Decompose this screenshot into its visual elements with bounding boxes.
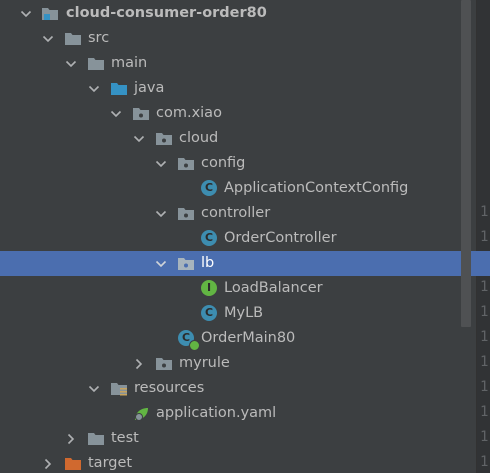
tree-item-load-balancer[interactable]: I LoadBalancer [0, 276, 490, 301]
tree-item-test[interactable]: test [0, 426, 490, 451]
tree-item-label: test [111, 430, 139, 446]
tree-item-label: OrderMain80 [201, 330, 296, 346]
tree-item-label: config [201, 155, 246, 171]
project-name: cloud-consumer-order80 [66, 5, 267, 21]
tree-item-label: src [88, 30, 110, 46]
chevron-down-icon[interactable] [110, 108, 122, 120]
tree-item-label: java [134, 80, 165, 96]
chevron-down-icon[interactable] [88, 83, 100, 95]
tree-item-cloud[interactable]: cloud [0, 126, 490, 151]
project-tree-panel: 1 1 1 1 1 1 1 1 1 1 cloud-consumer-order… [0, 0, 490, 473]
resources-folder-icon [110, 380, 128, 398]
tree-item-label: lb [201, 255, 215, 271]
tree-item-order-controller[interactable]: C OrderController [0, 226, 490, 251]
tree-item-order-main80[interactable]: C OrderMain80 [0, 326, 490, 351]
tree-item-label: application.yaml [156, 405, 277, 421]
tree-item-label: MyLB [224, 305, 264, 321]
tree-item-label: target [88, 455, 133, 471]
package-icon [155, 130, 173, 148]
chevron-right-icon[interactable] [133, 358, 145, 370]
tree-item-label: LoadBalancer [224, 280, 323, 296]
chevron-down-icon[interactable] [20, 8, 32, 20]
spring-config-file-icon [132, 405, 150, 423]
tree-item-java[interactable]: java [0, 76, 490, 101]
class-icon: C [201, 230, 217, 246]
package-icon [155, 355, 173, 373]
tree-item-label: controller [201, 205, 271, 221]
folder-icon [87, 55, 105, 73]
tree-item-mylb[interactable]: C MyLB [0, 301, 490, 326]
tree-item-label: main [111, 55, 148, 71]
chevron-down-icon[interactable] [155, 258, 167, 270]
tree-item-label: myrule [179, 355, 230, 371]
tree-item-label: resources [134, 380, 205, 396]
tree-item-label: ApplicationContextConfig [224, 180, 409, 196]
vertical-scrollbar-thumb[interactable] [461, 0, 471, 327]
module-folder-icon [41, 5, 59, 23]
package-icon [177, 255, 195, 273]
tree-item-lb[interactable]: lb [0, 251, 490, 276]
package-icon [177, 205, 195, 223]
tree-item-main[interactable]: main [0, 51, 490, 76]
tree-item-package-root[interactable]: com.xiao [0, 101, 490, 126]
chevron-down-icon[interactable] [42, 33, 54, 45]
tree-item-myrule[interactable]: myrule [0, 351, 490, 376]
excluded-folder-icon [64, 455, 82, 473]
tree-item-config[interactable]: config [0, 151, 490, 176]
folder-icon [87, 430, 105, 448]
folder-icon [64, 30, 82, 48]
chevron-right-icon[interactable] [65, 433, 77, 445]
source-folder-icon [110, 80, 128, 98]
chevron-down-icon[interactable] [65, 58, 77, 70]
chevron-right-icon[interactable] [42, 458, 54, 470]
package-icon [177, 155, 195, 173]
tree-item-application-context-config[interactable]: C ApplicationContextConfig [0, 176, 490, 201]
tree-item-target[interactable]: target [0, 451, 490, 473]
tree-item-controller[interactable]: controller [0, 201, 490, 226]
tree-item-label: cloud [179, 130, 219, 146]
tree-item-label: com.xiao [156, 105, 222, 121]
class-icon: C [201, 305, 217, 321]
tree-item-label: OrderController [224, 230, 337, 246]
tree-item-src[interactable]: src [0, 26, 490, 51]
interface-icon: I [201, 280, 217, 296]
tree-item-project[interactable]: cloud-consumer-order80 [0, 1, 490, 26]
tree-item-resources[interactable]: resources [0, 376, 490, 401]
package-icon [132, 105, 150, 123]
tree-item-application-yaml[interactable]: application.yaml [0, 401, 490, 426]
class-icon: C [201, 180, 217, 196]
chevron-down-icon[interactable] [133, 133, 145, 145]
run-config-badge-icon [189, 340, 200, 351]
chevron-down-icon[interactable] [88, 383, 100, 395]
chevron-down-icon[interactable] [155, 158, 167, 170]
chevron-down-icon[interactable] [155, 208, 167, 220]
